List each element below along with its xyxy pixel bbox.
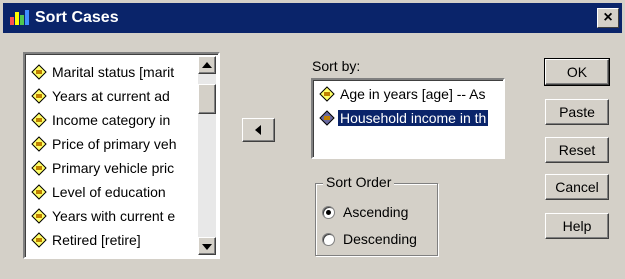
- reset-button[interactable]: Reset: [545, 137, 609, 163]
- title-bar[interactable]: Sort Cases ×: [3, 3, 622, 33]
- scale-variable-icon: [31, 232, 47, 248]
- window-title: Sort Cases: [35, 9, 119, 26]
- sort-by-list[interactable]: Age in years [age] -- As Household income…: [311, 78, 505, 159]
- move-variable-button[interactable]: [242, 118, 275, 142]
- scale-variable-icon: [31, 88, 47, 104]
- radio-descending-label: Descending: [343, 231, 417, 247]
- radio-ascending-label: Ascending: [343, 204, 409, 220]
- scroll-down-icon: [202, 244, 212, 250]
- arrow-left-icon: [255, 125, 261, 135]
- cancel-button[interactable]: Cancel: [545, 174, 609, 200]
- list-item[interactable]: Marital status [marit: [31, 60, 196, 84]
- variable-list-items: Marital status [marit Years at current ad…: [31, 60, 196, 252]
- radio-descending[interactable]: Descending: [322, 231, 417, 247]
- scale-variable-icon: [31, 136, 47, 152]
- scale-variable-icon: [319, 110, 335, 126]
- scroll-up-button[interactable]: [198, 56, 216, 74]
- sort-order-group: Sort Order Ascending Descending: [315, 174, 438, 256]
- list-item-label: Primary vehicle pric: [52, 160, 175, 176]
- scroll-thumb[interactable]: [198, 84, 216, 114]
- list-item-label: Level of education: [52, 184, 166, 200]
- variable-list[interactable]: Marital status [marit Years at current ad…: [23, 52, 220, 259]
- variable-list-scrollbar[interactable]: [198, 56, 216, 255]
- list-item-label: Retired [retire]: [52, 232, 141, 248]
- scale-variable-icon: [31, 160, 47, 176]
- radio-button[interactable]: [322, 205, 335, 219]
- sort-by-item[interactable]: Age in years [age] -- As: [319, 82, 501, 106]
- scale-variable-icon: [31, 208, 47, 224]
- sort-by-item[interactable]: Household income in th: [319, 106, 501, 130]
- close-icon: ×: [603, 9, 613, 26]
- help-button[interactable]: Help: [545, 213, 609, 239]
- scroll-down-button[interactable]: [198, 237, 216, 255]
- sort-by-items: Age in years [age] -- As Household income…: [319, 82, 501, 130]
- list-item[interactable]: Years at current ad: [31, 84, 196, 108]
- list-item[interactable]: Primary vehicle pric: [31, 156, 196, 180]
- list-item[interactable]: Price of primary veh: [31, 132, 196, 156]
- sort-by-item-label: Age in years [age] -- As: [340, 86, 486, 102]
- sort-by-item-label: Household income in th: [338, 110, 489, 126]
- list-item-label: Price of primary veh: [52, 136, 177, 152]
- list-item-label: Years at current ad: [52, 88, 170, 104]
- list-item[interactable]: Years with current e: [31, 204, 196, 228]
- paste-button[interactable]: Paste: [545, 99, 609, 125]
- list-item-label: Years with current e: [52, 208, 176, 224]
- scale-variable-icon: [31, 64, 47, 80]
- ok-button[interactable]: OK: [544, 58, 610, 86]
- sort-by-label: Sort by:: [312, 58, 361, 74]
- close-button[interactable]: ×: [597, 8, 619, 28]
- list-item[interactable]: Retired [retire]: [31, 228, 196, 252]
- radio-button[interactable]: [322, 232, 335, 246]
- scroll-up-icon: [202, 62, 212, 68]
- scale-variable-icon: [319, 86, 335, 102]
- scale-variable-icon: [31, 112, 47, 128]
- list-item[interactable]: Income category in: [31, 108, 196, 132]
- list-item[interactable]: Level of education: [31, 180, 196, 204]
- list-item-label: Marital status [marit: [52, 64, 175, 80]
- radio-ascending[interactable]: Ascending: [322, 204, 408, 220]
- scale-variable-icon: [31, 184, 47, 200]
- sort-order-label: Sort Order: [323, 174, 395, 190]
- sort-cases-dialog: Sort Cases × Marital status [marit Years …: [0, 0, 625, 279]
- list-item-label: Income category in: [52, 112, 171, 128]
- spss-app-icon: [9, 8, 31, 28]
